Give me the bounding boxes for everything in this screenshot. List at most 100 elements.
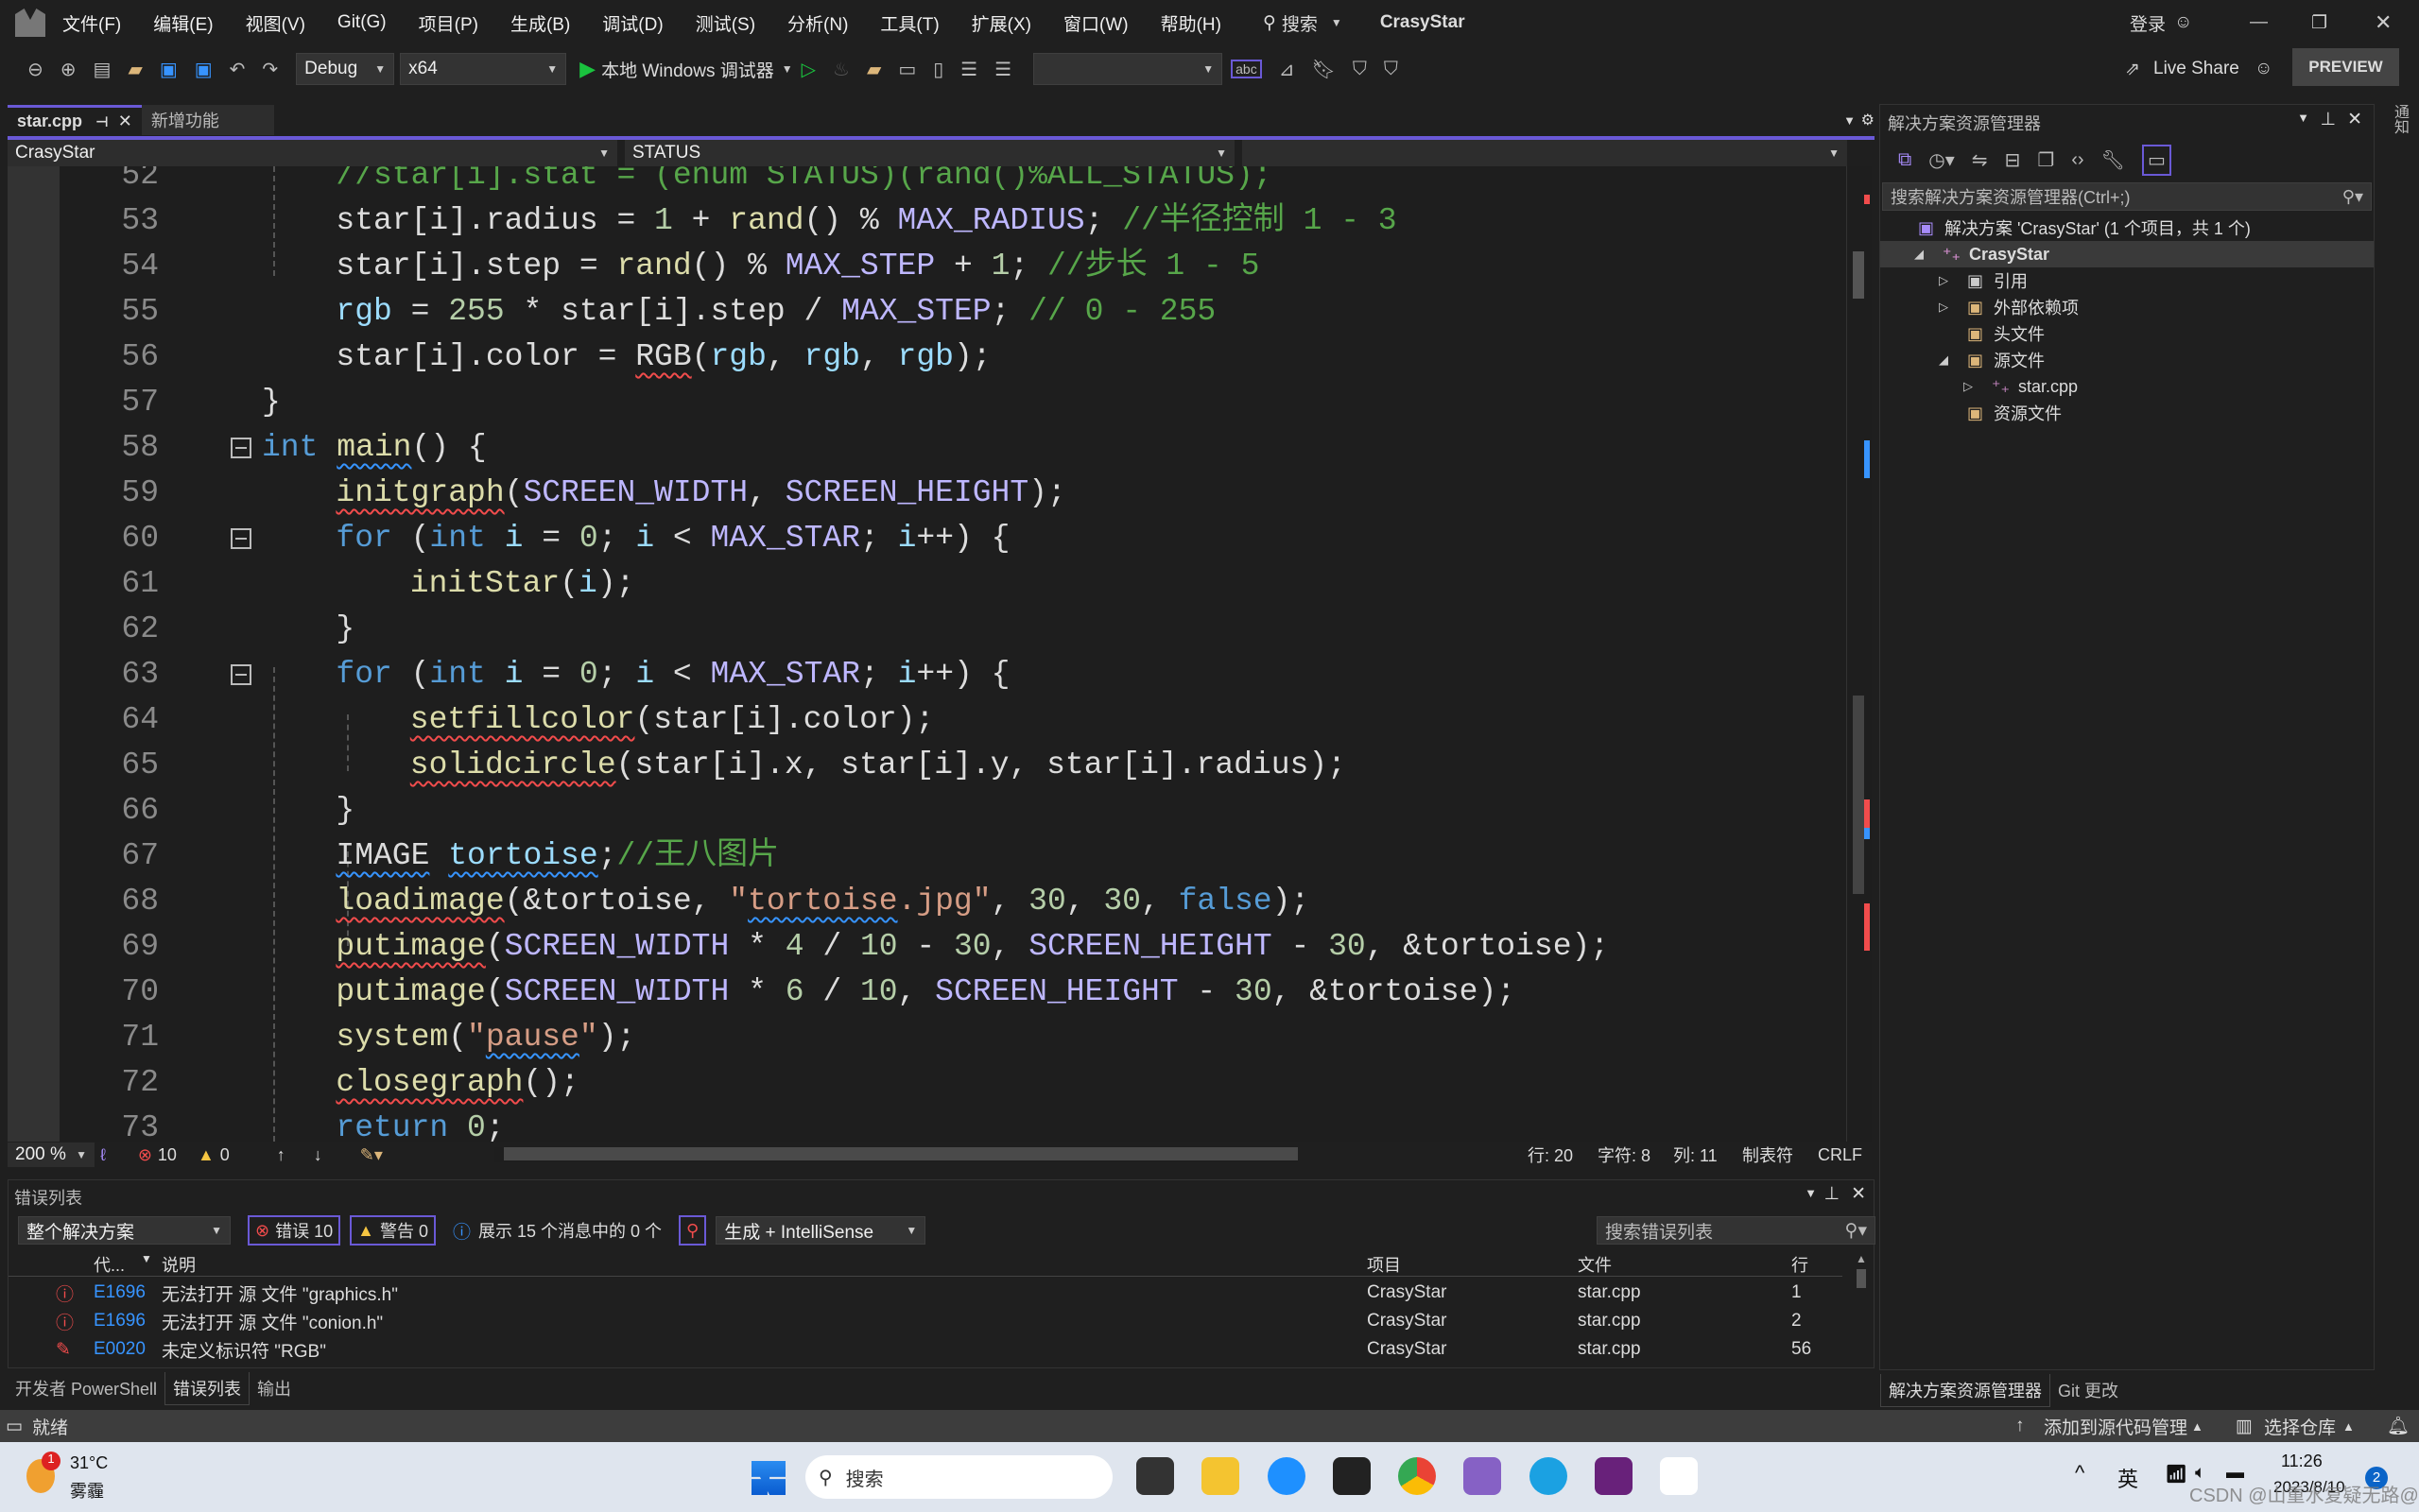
run-icon[interactable]: ▶ (579, 57, 596, 81)
tree-item[interactable]: ◢ ⁺₊ CrasyStar (1880, 241, 2374, 267)
eol-indicator[interactable]: CRLF (1818, 1145, 1862, 1165)
bookmark-next-icon[interactable]: ⛉ (1384, 59, 1398, 80)
config-dropdown[interactable]: Debug ▼ (296, 53, 395, 85)
scroll-thumb[interactable] (1853, 251, 1864, 299)
add-source-control-button[interactable]: 添加到源代码管理 (2044, 1414, 2187, 1439)
expander-icon[interactable]: ◢ (1914, 247, 1924, 262)
code-line[interactable]: 71 system("pause"); (8, 1015, 1846, 1060)
col-line[interactable]: 行 (1791, 1252, 1808, 1277)
close-button[interactable]: ✕ (2375, 10, 2392, 35)
snipping-tool-icon[interactable] (1660, 1457, 1699, 1495)
error-code[interactable]: E1696 (94, 1282, 146, 1303)
code-line[interactable]: 60 for (int i = 0; i < MAX_STAR; i++) { (8, 516, 1846, 561)
code-line[interactable]: 73 return 0; (8, 1106, 1846, 1142)
pin-icon[interactable]: ⊣ (95, 113, 109, 130)
tree-item[interactable]: ▷ ▣ 外部依赖项 (1880, 294, 2374, 320)
platform-dropdown[interactable]: x64 ▼ (400, 53, 567, 85)
tabs-indicator[interactable]: 制表符 (1742, 1143, 1793, 1167)
solution-search-input[interactable]: 搜索解决方案资源管理器(Ctrl+;) ⚲▾ (1882, 182, 2372, 211)
col-desc[interactable]: 说明 (162, 1252, 196, 1277)
error-search-input[interactable]: 搜索错误列表 ⚲▾ (1597, 1216, 1875, 1245)
find-in-files-icon[interactable]: ▰ (867, 58, 881, 81)
restore-button[interactable]: ❐ (2311, 12, 2327, 34)
filter-icon[interactable]: ⚲ (679, 1215, 707, 1246)
show-all-files-icon[interactable]: ❐ (2037, 148, 2054, 172)
code-line[interactable]: 67 IMAGE tortoise;//王八图片 (8, 833, 1846, 879)
tab-solution-explorer[interactable]: 解决方案资源管理器 (1880, 1373, 2050, 1407)
visual-studio-preview-icon[interactable] (1594, 1457, 1633, 1495)
scope-dropdown[interactable]: STATUS ▼ (625, 140, 1235, 166)
code-line[interactable]: 63 for (int i = 0; i < MAX_STAR; i++) { (8, 652, 1846, 697)
code-line[interactable]: 57} (8, 380, 1846, 425)
switch-view-icon[interactable]: ⧉ (1898, 149, 1911, 171)
menu-item[interactable]: 生成(B) (510, 10, 570, 36)
start-without-debug-icon[interactable]: ▷ (802, 58, 816, 81)
run-debugger-button[interactable]: 本地 Windows 调试器 (601, 57, 774, 82)
menu-item[interactable]: 工具(T) (880, 10, 939, 36)
back-icon[interactable]: ⊖ (27, 58, 43, 81)
tab-git-changes[interactable]: Git 更改 (2050, 1374, 2126, 1406)
document-icon[interactable]: ▯ (933, 58, 943, 81)
tab-whats-new[interactable]: 新增功能 (141, 105, 274, 135)
spell-check-icon[interactable]: abc (1231, 60, 1262, 78)
search-icon[interactable]: ⚲ (1263, 12, 1276, 34)
visual-studio-icon[interactable] (1463, 1457, 1502, 1495)
close-panel-icon[interactable]: ✕ (2347, 109, 2362, 130)
code-line[interactable]: 61 initStar(i); (8, 561, 1846, 607)
tree-item[interactable]: ▷ ⁺₊ star.cpp (1880, 373, 2374, 400)
wifi-icon[interactable]: 📶︎ (2165, 1463, 2187, 1486)
close-panel-icon[interactable]: ✕ (1851, 1183, 1866, 1205)
save-icon[interactable]: ▣ (160, 58, 178, 81)
new-project-icon[interactable]: ▤ (94, 58, 112, 81)
member-dropdown[interactable]: ▼ (1242, 140, 1847, 166)
ie-icon[interactable] (1529, 1457, 1567, 1495)
window-icon[interactable]: ▭ (898, 58, 916, 81)
menu-item[interactable]: 项目(P) (419, 10, 478, 36)
bookmark-icon[interactable]: 🔖︎ (1311, 58, 1335, 81)
code-line[interactable]: 53 star[i].radius = 1 + rand() % MAX_RADI… (8, 198, 1846, 244)
line-indicator[interactable]: 行: 20 (1528, 1143, 1573, 1167)
live-share-icon[interactable]: ⇗ (2125, 59, 2140, 80)
live-share-button[interactable]: Live Share (2153, 59, 2239, 79)
feedback-icon[interactable]: ☺ (2255, 59, 2272, 79)
taskbar-search[interactable]: ⚲ 搜索 (805, 1455, 1113, 1499)
menu-item[interactable]: 调试(D) (602, 10, 663, 36)
open-folder-icon[interactable]: ▰ (128, 58, 142, 81)
forward-icon[interactable]: ⊕ (60, 58, 77, 81)
preview-selected-icon[interactable]: ▭ (2141, 144, 2171, 176)
repo-icon[interactable]: ▥ (2236, 1416, 2253, 1437)
tab-error-list[interactable]: 错误列表 (164, 1371, 251, 1405)
bookmark-prev-icon[interactable]: ⛉ (1353, 59, 1367, 80)
minimize-button[interactable]: — (2250, 12, 2268, 33)
task-view-icon[interactable] (1136, 1457, 1174, 1495)
fold-toggle-icon[interactable] (231, 664, 251, 685)
tab-star-cpp[interactable]: star.cpp ⊣ ✕ (8, 105, 142, 135)
start-icon[interactable] (752, 1461, 786, 1495)
app-icon[interactable] (1332, 1457, 1371, 1495)
prev-issue-icon[interactable]: ↑ (277, 1145, 285, 1165)
cleanup-icon[interactable]: ✎▾ (360, 1145, 383, 1165)
panel-menu-icon[interactable]: ▼ (2297, 111, 2309, 125)
zoom-dropdown[interactable]: 200 % ▼ (8, 1143, 95, 1167)
vertical-scrollbar[interactable] (1846, 166, 1872, 1142)
col-indicator[interactable]: 列: 11 (1673, 1143, 1718, 1167)
find-combo[interactable]: ▼ (1033, 53, 1223, 85)
pin-icon[interactable]: ⊥ (1823, 1183, 1840, 1205)
weather-desc[interactable]: 雾霾 (70, 1478, 104, 1503)
menu-item[interactable]: 测试(S) (696, 10, 755, 36)
notifications-strip[interactable]: 通知 (2382, 104, 2410, 142)
expander-icon[interactable]: ▷ (1939, 300, 1948, 315)
menu-item[interactable]: 窗口(W) (1063, 10, 1129, 36)
menu-item[interactable]: 文件(F) (62, 10, 121, 36)
expander-icon[interactable]: ▷ (1939, 273, 1948, 288)
menu-item[interactable]: 帮助(H) (1161, 10, 1221, 36)
code-line[interactable]: 70 putimage(SCREEN_WIDTH * 6 / 10, SCREEN… (8, 970, 1846, 1015)
menu-item[interactable]: 扩展(X) (972, 10, 1031, 36)
code-line[interactable]: 58 int main() { (8, 425, 1846, 471)
redo-icon[interactable]: ↷ (262, 58, 278, 81)
menu-item[interactable]: 编辑(E) (153, 10, 213, 36)
messages-filter-button[interactable]: 展示 15 个消息中的 0 个 (478, 1218, 662, 1243)
code-editor[interactable]: 52 //star[i].stat = (enum STATUS)(rand()%… (8, 166, 1846, 1142)
error-row[interactable]: ⓘ E1696 无法打开 源 文件 "conion.h" CrasyStar s… (9, 1307, 1842, 1335)
view-code-icon[interactable]: ‹› (2071, 149, 2083, 171)
